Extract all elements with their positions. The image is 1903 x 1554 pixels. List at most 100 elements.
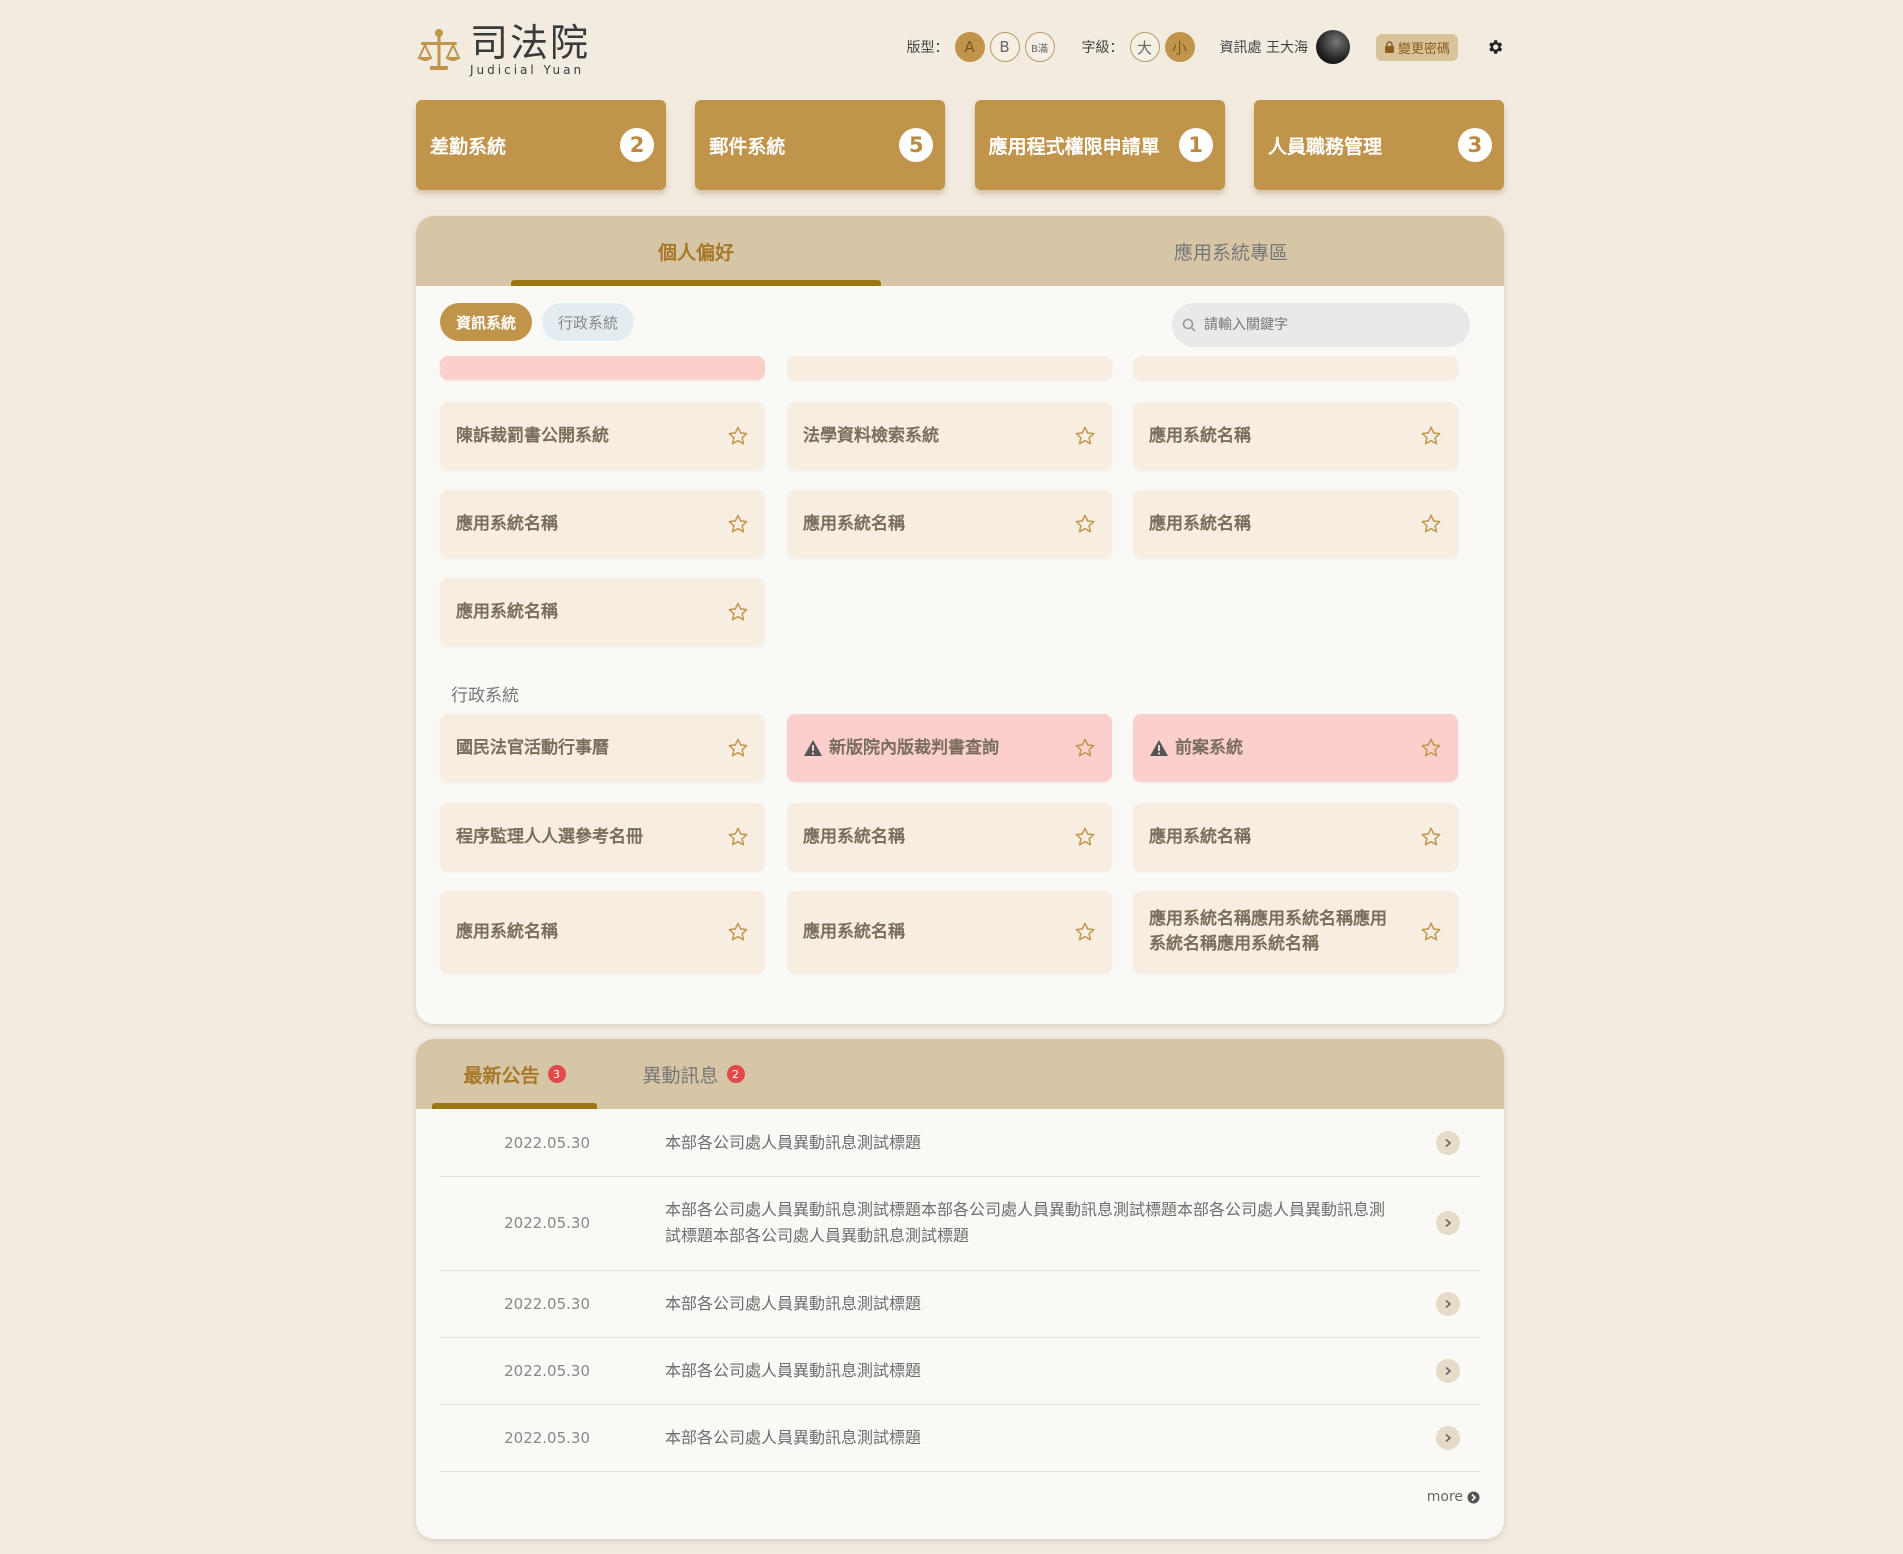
quick-card-attendance[interactable]: 差勤系統 2 bbox=[416, 100, 666, 190]
news-item[interactable]: 2022.05.30 本部各公司處人員異動訊息測試標題 bbox=[440, 1337, 1480, 1405]
news-date: 2022.05.30 bbox=[504, 1294, 590, 1313]
chevron-right-icon[interactable] bbox=[1436, 1425, 1460, 1450]
filter-admin-systems[interactable]: 行政系統 bbox=[542, 303, 635, 341]
filter-info-systems[interactable]: 資訊系統 bbox=[440, 303, 533, 341]
logo-subtitle: Judicial Yuan bbox=[470, 63, 585, 77]
layout-label: 版型： bbox=[906, 40, 949, 56]
arrow-circle-right-icon bbox=[1467, 1491, 1480, 1503]
notification-badge: 3 bbox=[547, 1065, 566, 1083]
apps-panel: 個人偏好 應用系統專區 資訊系統 行政系統 陳訴裁罰書公開系統 法學資料檢索系統 bbox=[416, 216, 1504, 1024]
news-date: 2022.05.30 bbox=[504, 1428, 590, 1447]
app-name: 國民法官活動行事曆 bbox=[456, 737, 609, 758]
app-card[interactable]: 程序監理人人選參考名冊 bbox=[440, 803, 765, 871]
star-icon[interactable] bbox=[727, 826, 749, 848]
app-card[interactable]: 應用系統名稱 bbox=[440, 891, 765, 973]
star-icon[interactable] bbox=[1074, 513, 1096, 535]
star-icon[interactable] bbox=[727, 601, 749, 623]
change-password-label: 變更密碼 bbox=[1397, 41, 1450, 57]
news-title: 本部各公司處人員異動訊息測試標題本部各公司處人員異動訊息測試標題本部各公司處人員… bbox=[665, 1200, 1386, 1245]
app-name: 應用系統名稱 bbox=[803, 513, 905, 534]
chevron-right-icon[interactable] bbox=[1436, 1130, 1460, 1155]
news-title: 本部各公司處人員異動訊息測試標題 bbox=[665, 1427, 922, 1447]
news-title: 本部各公司處人員異動訊息測試標題 bbox=[665, 1293, 922, 1313]
news-item[interactable]: 2022.05.30 本部各公司處人員異動訊息測試標題 bbox=[440, 1109, 1480, 1177]
layout-option-b-full[interactable]: B滿 bbox=[1024, 32, 1055, 62]
font-size-large[interactable]: 大 bbox=[1129, 32, 1160, 62]
quick-card-label: 人員職務管理 bbox=[1267, 135, 1382, 158]
chevron-right-icon[interactable] bbox=[1436, 1211, 1460, 1235]
chevron-right-icon[interactable] bbox=[1436, 1291, 1460, 1316]
quick-card-personnel[interactable]: 人員職務管理 3 bbox=[1253, 100, 1504, 190]
star-icon[interactable] bbox=[1074, 921, 1096, 943]
app-card-warning[interactable]: 前案系統 bbox=[1133, 714, 1458, 782]
quick-card-permission[interactable]: 應用程式權限申請單 1 bbox=[974, 100, 1225, 190]
app-card[interactable]: 應用系統名稱 bbox=[1133, 490, 1458, 558]
more-label: more bbox=[1426, 1489, 1463, 1505]
lock-icon bbox=[1384, 41, 1394, 53]
font-size-small[interactable]: 小 bbox=[1164, 32, 1195, 62]
app-card[interactable]: 國民法官活動行事曆 bbox=[440, 714, 765, 782]
app-card[interactable]: 應用系統名稱 bbox=[787, 490, 1112, 558]
app-name: 應用系統名稱 bbox=[1149, 826, 1251, 847]
app-name: 前案系統 bbox=[1175, 737, 1243, 758]
layout-option-a[interactable]: A bbox=[954, 32, 985, 62]
chevron-right-icon[interactable] bbox=[1436, 1358, 1460, 1383]
app-name: 應用系統名稱應用系統名稱應用系統名稱應用系統名稱 bbox=[1149, 909, 1387, 954]
app-card[interactable]: 應用系統名稱 bbox=[440, 578, 765, 646]
quick-card-count: 3 bbox=[1457, 128, 1492, 162]
app-card[interactable]: 應用系統名稱 bbox=[787, 803, 1112, 871]
star-icon[interactable] bbox=[727, 425, 749, 447]
app-card[interactable]: 法學資料檢索系統 bbox=[787, 402, 1112, 470]
tab-latest-announcements[interactable]: 最新公告 3 bbox=[432, 1039, 597, 1109]
quick-card-count: 5 bbox=[899, 128, 934, 162]
star-icon[interactable] bbox=[727, 513, 749, 535]
star-icon[interactable] bbox=[727, 921, 749, 943]
star-icon[interactable] bbox=[1074, 826, 1096, 848]
tab-app-zone[interactable]: 應用系統專區 bbox=[1046, 216, 1416, 286]
more-link[interactable]: more bbox=[1427, 1489, 1480, 1505]
app-name: 應用系統名稱 bbox=[803, 826, 905, 847]
app-name: 陳訴裁罰書公開系統 bbox=[456, 425, 609, 446]
star-icon[interactable] bbox=[1420, 513, 1442, 535]
star-icon[interactable] bbox=[1420, 425, 1442, 447]
app-card-warning[interactable]: 新版院內版裁判書查詢 bbox=[787, 714, 1112, 782]
logo[interactable]: 司法院 Judicial Yuan bbox=[416, 24, 590, 76]
news-date: 2022.05.30 bbox=[504, 1133, 590, 1152]
star-icon[interactable] bbox=[1074, 737, 1096, 759]
star-icon[interactable] bbox=[1420, 921, 1442, 943]
change-password-button[interactable]: 變更密碼 bbox=[1375, 33, 1458, 61]
star-icon[interactable] bbox=[727, 737, 749, 759]
app-card[interactable]: 陳訴裁罰書公開系統 bbox=[440, 402, 765, 470]
tab-personal-preferences[interactable]: 個人偏好 bbox=[511, 216, 881, 286]
page: 司法院 Judicial Yuan 版型： A B B滿 字級： 大 小 資訊處… bbox=[416, 0, 1504, 1539]
news-title: 本部各公司處人員異動訊息測試標題 bbox=[665, 1132, 922, 1152]
app-card-partial[interactable] bbox=[787, 356, 1112, 380]
app-card-partial[interactable] bbox=[1133, 356, 1458, 380]
header: 司法院 Judicial Yuan 版型： A B B滿 字級： 大 小 資訊處… bbox=[416, 0, 1504, 100]
app-card[interactable]: 應用系統名稱 bbox=[440, 490, 765, 558]
app-name: 應用系統名稱 bbox=[456, 513, 558, 534]
app-name: 法學資料檢索系統 bbox=[803, 425, 939, 446]
star-icon[interactable] bbox=[1074, 425, 1096, 447]
app-card[interactable]: 應用系統名稱應用系統名稱應用系統名稱應用系統名稱 bbox=[1133, 891, 1458, 973]
news-item[interactable]: 2022.05.30 本部各公司處人員異動訊息測試標題本部各公司處人員異動訊息測… bbox=[440, 1176, 1480, 1271]
app-name-wrap: 前案系統 bbox=[1149, 736, 1243, 761]
gear-icon[interactable] bbox=[1486, 38, 1504, 56]
quick-links: 差勤系統 2 郵件系統 5 應用程式權限申請單 1 人員職務管理 3 bbox=[416, 100, 1504, 190]
app-card[interactable]: 應用系統名稱 bbox=[1133, 402, 1458, 470]
app-card[interactable]: 應用系統名稱 bbox=[1133, 803, 1458, 871]
tab-change-messages[interactable]: 異動訊息 2 bbox=[611, 1039, 776, 1109]
avatar[interactable] bbox=[1315, 30, 1350, 64]
app-card[interactable]: 應用系統名稱 bbox=[787, 891, 1112, 973]
star-icon[interactable] bbox=[1420, 826, 1442, 848]
search-icon bbox=[1182, 318, 1196, 332]
search-input[interactable] bbox=[1202, 316, 1446, 334]
news-item[interactable]: 2022.05.30 本部各公司處人員異動訊息測試標題 bbox=[440, 1270, 1480, 1338]
section-title-admin: 行政系統 bbox=[451, 686, 519, 706]
font-size-label: 字級： bbox=[1081, 40, 1124, 56]
quick-card-mail[interactable]: 郵件系統 5 bbox=[695, 100, 946, 190]
star-icon[interactable] bbox=[1420, 737, 1442, 759]
news-item[interactable]: 2022.05.30 本部各公司處人員異動訊息測試標題 bbox=[440, 1404, 1480, 1472]
app-card-partial[interactable] bbox=[440, 356, 765, 380]
layout-option-b[interactable]: B bbox=[989, 32, 1020, 62]
